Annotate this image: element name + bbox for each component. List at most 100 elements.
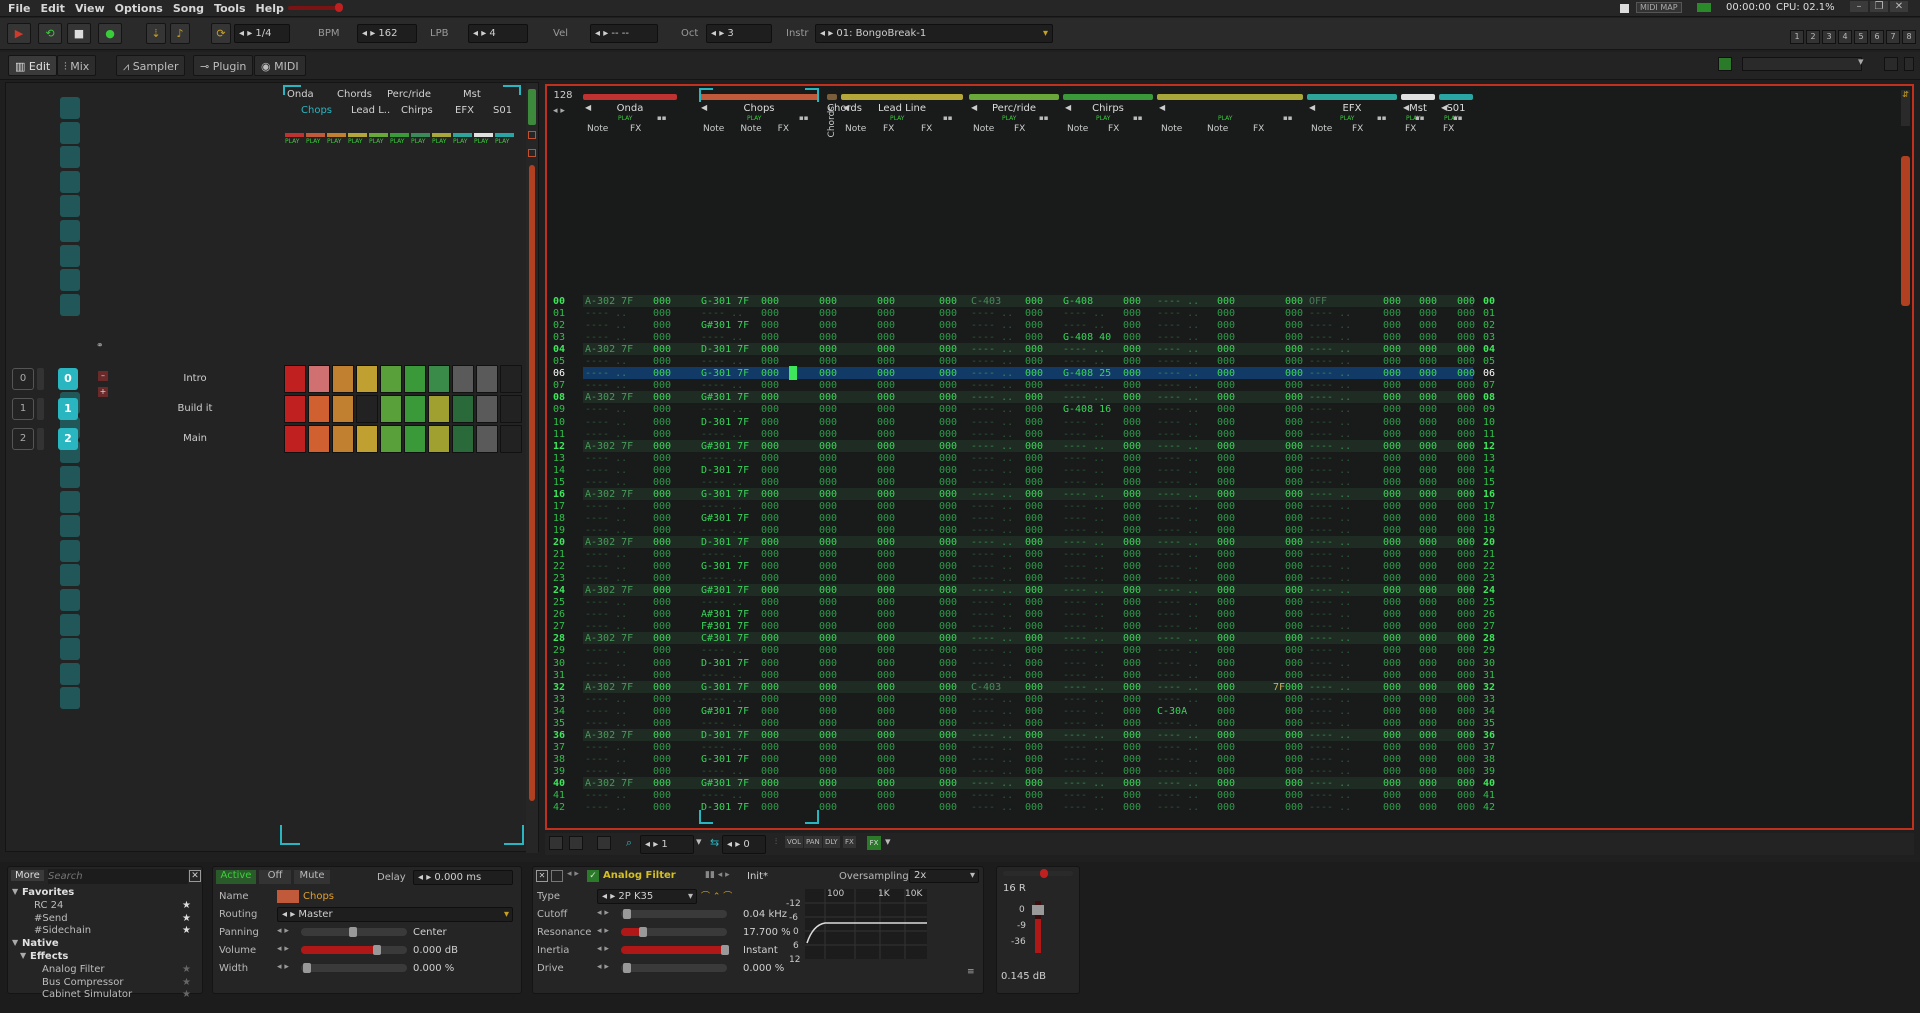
- pattern-cell[interactable]: ---- ..: [1157, 573, 1217, 585]
- track-color-bar[interactable]: [1063, 94, 1153, 100]
- fx-cell[interactable]: 000: [761, 465, 783, 477]
- fx-cell[interactable]: 000: [1457, 296, 1479, 308]
- fx-cell[interactable]: 000: [1285, 549, 1307, 561]
- fx-cell[interactable]: 000: [1025, 549, 1047, 561]
- fx-cell[interactable]: 000: [877, 621, 899, 633]
- oversampling-select[interactable]: 2x ▾: [909, 869, 979, 883]
- section-name[interactable]: Main: [120, 433, 270, 444]
- pattern-cell[interactable]: ---- ..: [1309, 429, 1369, 441]
- fx-cell[interactable]: 000: [653, 513, 675, 525]
- sequence-slot[interactable]: [60, 638, 80, 661]
- fx-cell[interactable]: 000: [939, 561, 961, 573]
- fx-cell[interactable]: 000: [819, 441, 841, 453]
- pattern-cell[interactable]: ---- ..: [971, 790, 1031, 802]
- metronome-icon[interactable]: ♪: [170, 23, 190, 44]
- fx-cell[interactable]: 000: [653, 573, 675, 585]
- track-add-remove-icon[interactable]: ▪▪: [799, 114, 809, 122]
- fx-cell[interactable]: 000: [1285, 392, 1307, 404]
- pattern-cell[interactable]: ---- ..: [1309, 392, 1369, 404]
- add-sequence-icon[interactable]: +: [98, 387, 108, 397]
- fx-cell[interactable]: 000: [1025, 501, 1047, 513]
- fx-cell[interactable]: 000: [877, 766, 899, 778]
- fx-cell[interactable]: 000: [939, 380, 961, 392]
- fx-cell[interactable]: 000: [761, 429, 783, 441]
- track-color-bar[interactable]: [699, 94, 819, 100]
- fx-cell[interactable]: 000: [1457, 561, 1479, 573]
- page-button[interactable]: 8: [1902, 30, 1916, 44]
- fx-cell[interactable]: 000: [877, 633, 899, 645]
- fx-cell[interactable]: 000: [761, 320, 783, 332]
- pattern-cell[interactable]: ---- ..: [1309, 308, 1369, 320]
- fx-cell[interactable]: 000: [1025, 308, 1047, 320]
- pattern-cell[interactable]: ---- ..: [971, 344, 1031, 356]
- fx-cell[interactable]: 000: [1217, 754, 1239, 766]
- fx-cell[interactable]: 000: [1285, 645, 1307, 657]
- pattern-cell[interactable]: ---- ..: [1309, 380, 1369, 392]
- fx-cell[interactable]: 000: [939, 742, 961, 754]
- collapse-icon[interactable]: ◀: [701, 103, 707, 112]
- pattern-cell[interactable]: ---- ..: [1309, 537, 1369, 549]
- pattern-cell[interactable]: ---- ..: [1157, 380, 1217, 392]
- pattern-cell[interactable]: ---- ..: [1309, 658, 1369, 670]
- track-name[interactable]: Lead Line: [841, 103, 963, 114]
- fx-cell[interactable]: 000: [819, 320, 841, 332]
- pattern-cell[interactable]: ---- ..: [1309, 778, 1369, 790]
- fx-cell[interactable]: 000: [1217, 573, 1239, 585]
- fx-cell[interactable]: 000: [819, 392, 841, 404]
- pattern-cell[interactable]: ---- ..: [1309, 489, 1369, 501]
- fx-cell[interactable]: 000: [819, 730, 841, 742]
- browser-item[interactable]: #Send: [34, 913, 68, 924]
- pattern-cell[interactable]: ---- ..: [701, 645, 761, 657]
- fx-cell[interactable]: 000: [939, 453, 961, 465]
- fx-cell[interactable]: 000: [1419, 296, 1441, 308]
- tab-sampler[interactable]: ⩘ Sampler: [116, 55, 186, 76]
- matrix-control-icon[interactable]: [528, 89, 536, 125]
- matrix-slot[interactable]: [356, 365, 378, 393]
- pattern-cell[interactable]: ---- ..: [585, 742, 645, 754]
- fx-cell[interactable]: 000: [1217, 766, 1239, 778]
- fx-cell[interactable]: 000: [1457, 633, 1479, 645]
- sequence-slot[interactable]: [60, 146, 80, 169]
- track-color-bar[interactable]: [1307, 94, 1397, 100]
- pattern-cell[interactable]: ---- ..: [1157, 404, 1217, 416]
- fx-cell[interactable]: 000: [1025, 706, 1047, 718]
- pattern-cell[interactable]: C#301 7F: [701, 633, 761, 645]
- fx-cell[interactable]: 000: [1383, 392, 1405, 404]
- fx-cell[interactable]: 000: [939, 417, 961, 429]
- fx-cell[interactable]: 000: [653, 645, 675, 657]
- fx-cell[interactable]: 000: [1383, 633, 1405, 645]
- fx-cell[interactable]: 000: [1123, 633, 1145, 645]
- fx-cell[interactable]: 000: [819, 670, 841, 682]
- fx-cell[interactable]: 000: [653, 332, 675, 344]
- stop-button[interactable]: ■: [67, 23, 91, 44]
- pattern-cell[interactable]: G#301 7F: [701, 585, 761, 597]
- fx-cell[interactable]: 000: [653, 561, 675, 573]
- expand-icon[interactable]: ▼: [12, 938, 18, 947]
- fx-cell[interactable]: 000: [653, 585, 675, 597]
- remove-sequence-icon[interactable]: –: [98, 371, 108, 381]
- fx-cell[interactable]: 000: [1457, 549, 1479, 561]
- pattern-cell[interactable]: A-302 7F: [585, 392, 645, 404]
- pattern-cell[interactable]: ---- ..: [971, 597, 1031, 609]
- pattern-cell[interactable]: A-302 7F: [585, 778, 645, 790]
- fx-cell[interactable]: 000: [761, 417, 783, 429]
- fx-cell[interactable]: 000: [1419, 597, 1441, 609]
- sequence-index[interactable]: 0: [12, 368, 34, 390]
- fx-cell[interactable]: 000: [1285, 561, 1307, 573]
- fx-cell[interactable]: 000: [819, 308, 841, 320]
- pattern-cell[interactable]: ---- ..: [1309, 441, 1369, 453]
- fx-cell[interactable]: 000: [939, 477, 961, 489]
- pattern-cell[interactable]: ---- ..: [1157, 392, 1217, 404]
- fx-cell[interactable]: 000: [1419, 585, 1441, 597]
- pattern-cell[interactable]: ---- ..: [1309, 682, 1369, 694]
- fx-cell[interactable]: 000: [761, 513, 783, 525]
- fx-cell[interactable]: 000: [1419, 489, 1441, 501]
- fx-cell[interactable]: 000: [1025, 525, 1047, 537]
- matrix-slot[interactable]: [308, 395, 330, 423]
- pattern-cell[interactable]: ---- ..: [971, 489, 1031, 501]
- sequence-slot[interactable]: [60, 170, 80, 193]
- pattern-cell[interactable]: ---- ..: [1157, 682, 1217, 694]
- fx-cell[interactable]: 000: [877, 585, 899, 597]
- fx-cell[interactable]: 000: [1457, 537, 1479, 549]
- pattern-cell[interactable]: ---- ..: [971, 441, 1031, 453]
